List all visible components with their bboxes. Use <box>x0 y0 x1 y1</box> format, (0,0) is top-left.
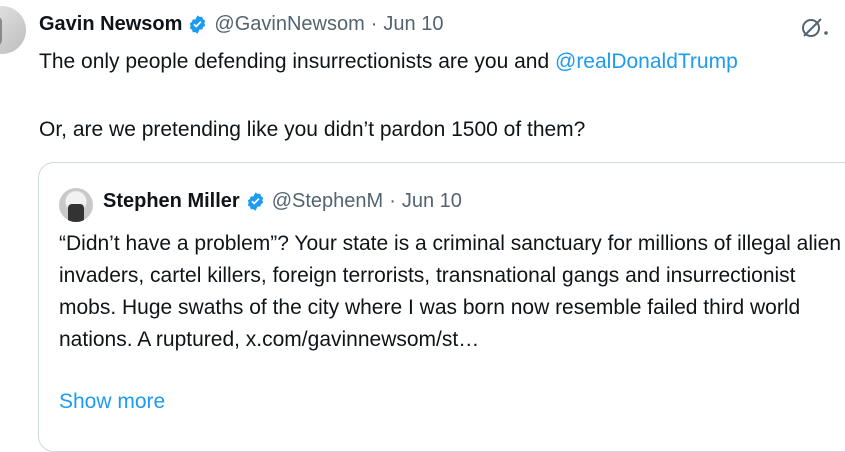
quoted-tweet-text: “Didn’t have a problem”? Your state is a… <box>59 232 842 351</box>
tweet-date[interactable]: Jun 10 <box>383 13 443 36</box>
tweet-text-line2: Or, are we pretending like you didn’t pa… <box>39 118 586 141</box>
verified-badge-icon <box>247 192 263 211</box>
author-handle[interactable]: @GavinNewsom <box>214 13 364 36</box>
tweet-header: Gavin Newsom @GavinNewsom · Jun 10 <box>39 13 443 36</box>
verified-badge-icon <box>190 15 206 34</box>
show-more-link[interactable]: Show more <box>59 390 165 414</box>
separator-dot: · <box>370 13 378 35</box>
quoted-author-avatar[interactable] <box>59 188 93 222</box>
quoted-tweet-header: Stephen Miller @StephenM · Jun 10 <box>103 190 462 213</box>
quoted-tweet-date[interactable]: Jun 10 <box>402 190 462 213</box>
quoted-author-name[interactable]: Stephen Miller <box>103 190 240 213</box>
quoted-author-handle[interactable]: @StephenM <box>272 190 383 213</box>
separator-dot: · <box>389 190 396 212</box>
author-name[interactable]: Gavin Newsom <box>39 13 182 36</box>
grok-icon[interactable] <box>798 13 828 43</box>
mention-link[interactable]: @realDonaldTrump <box>555 50 738 73</box>
author-avatar[interactable] <box>0 6 26 54</box>
tweet-text-prefix: The only people defending insurrectionis… <box>39 50 555 73</box>
quoted-tweet-card[interactable]: Stephen Miller @StephenM · Jun 10 “Didn’… <box>38 162 845 452</box>
tweet-text: The only people defending insurrectionis… <box>39 48 845 76</box>
